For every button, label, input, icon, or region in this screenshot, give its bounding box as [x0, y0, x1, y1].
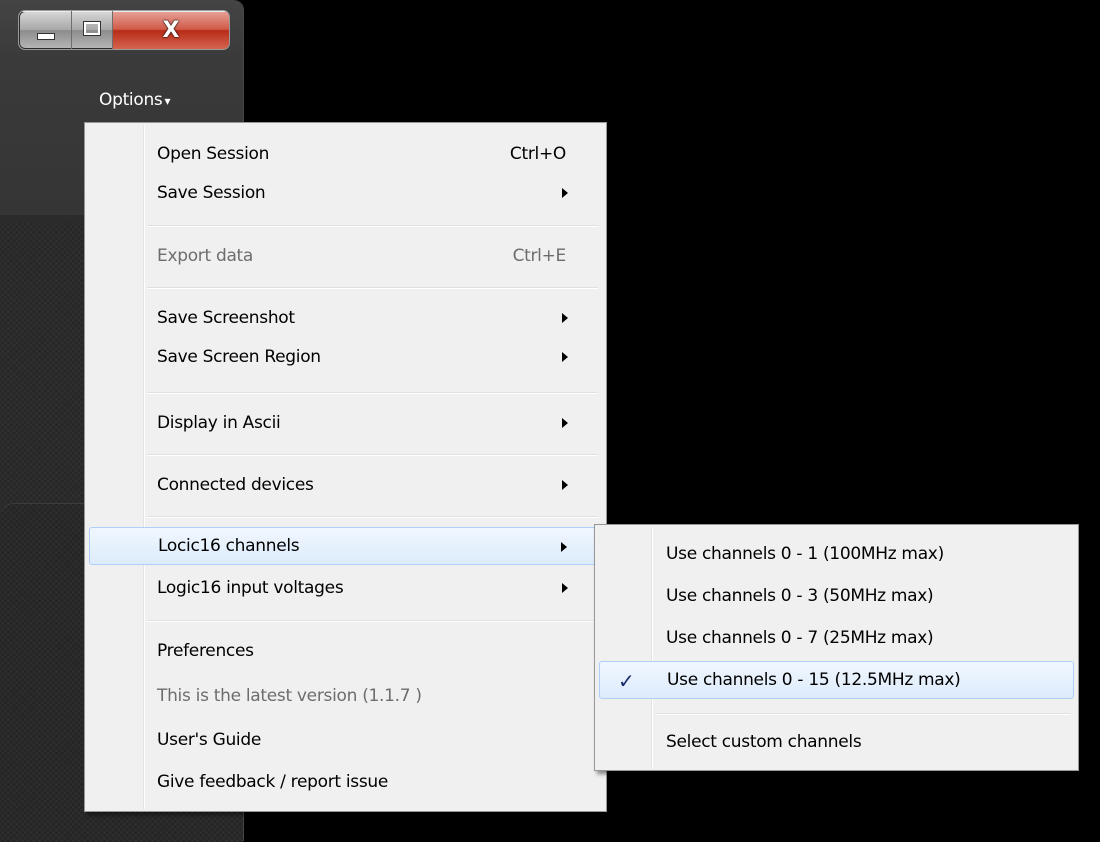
- submenu-arrow-icon: [562, 418, 568, 428]
- minimize-button[interactable]: [19, 11, 72, 49]
- menu-item-users-guide[interactable]: User's Guide: [89, 721, 602, 759]
- menu-item-shortcut: Ctrl+O: [509, 144, 566, 164]
- checkmark-icon: ✓: [618, 669, 635, 693]
- chevron-down-icon: ▾: [164, 94, 171, 108]
- menu-separator: [147, 392, 598, 394]
- submenu-arrow-icon: [562, 480, 568, 490]
- menu-item-label: Logic16 input voltages: [157, 578, 344, 598]
- menu-item-label: Preferences: [157, 641, 254, 661]
- options-menu: Open Session Ctrl+O Save Session Export …: [84, 122, 607, 812]
- menu-item-label: Give feedback / report issue: [157, 772, 389, 792]
- submenu-item-channels-0-15[interactable]: ✓ Use channels 0 - 15 (12.5MHz max): [599, 661, 1074, 699]
- submenu-arrow-icon: [561, 542, 567, 552]
- submenu-arrow-icon: [562, 188, 568, 198]
- menu-item-label: Locic16 channels: [158, 536, 300, 556]
- menu-item-shortcut: Ctrl+E: [512, 246, 567, 266]
- submenu-arrow-icon: [562, 583, 568, 593]
- submenu-item-channels-0-7[interactable]: Use channels 0 - 7 (25MHz max): [599, 619, 1074, 657]
- menu-item-label: User's Guide: [157, 730, 262, 750]
- menu-item-save-session[interactable]: Save Session: [89, 174, 602, 212]
- menu-item-label: This is the latest version (1.1.7 ): [157, 686, 422, 706]
- caption-buttons: X: [18, 10, 230, 50]
- menu-item-label: Save Screenshot: [157, 308, 295, 328]
- menu-item-preferences[interactable]: Preferences: [89, 632, 602, 670]
- menu-item-display-in-ascii[interactable]: Display in Ascii: [89, 404, 602, 442]
- menu-separator: [655, 713, 1070, 715]
- menu-item-label: Save Screen Region: [157, 347, 321, 367]
- submenu-item-custom-channels[interactable]: Select custom channels: [599, 723, 1074, 761]
- menu-separator: [147, 454, 598, 456]
- menu-item-version-info: This is the latest version (1.1.7 ): [89, 677, 602, 715]
- submenu-item-channels-0-3[interactable]: Use channels 0 - 3 (50MHz max): [599, 577, 1074, 615]
- menu-item-label: Connected devices: [157, 475, 314, 495]
- menu-item-label: Use channels 0 - 1 (100MHz max): [666, 544, 944, 564]
- options-label: Options: [99, 90, 163, 110]
- menu-separator: [147, 225, 598, 227]
- menu-item-save-screen-region[interactable]: Save Screen Region: [89, 338, 602, 376]
- menu-item-connected-devices[interactable]: Connected devices: [89, 466, 602, 504]
- menu-item-open-session[interactable]: Open Session Ctrl+O: [89, 135, 602, 173]
- menu-separator: [147, 516, 598, 518]
- menu-item-label: Use channels 0 - 7 (25MHz max): [666, 628, 934, 648]
- menu-item-label: Use channels 0 - 15 (12.5MHz max): [667, 670, 961, 690]
- menu-item-label: Save Session: [157, 183, 266, 203]
- options-menu-button[interactable]: Options ▾: [99, 90, 171, 110]
- submenu-arrow-icon: [562, 352, 568, 362]
- menu-item-save-screenshot[interactable]: Save Screenshot: [89, 299, 602, 337]
- menu-item-label: Open Session: [157, 144, 270, 164]
- close-icon: X: [162, 17, 180, 43]
- menu-item-give-feedback[interactable]: Give feedback / report issue: [89, 763, 602, 801]
- menu-item-logic16-input-voltages[interactable]: Logic16 input voltages: [89, 569, 602, 607]
- menu-item-label: Use channels 0 - 3 (50MHz max): [666, 586, 934, 606]
- close-button[interactable]: X: [113, 11, 229, 49]
- menu-item-label: Display in Ascii: [157, 413, 281, 433]
- menu-separator: [147, 287, 598, 289]
- minimize-icon: [37, 33, 55, 40]
- menu-item-export-data: Export data Ctrl+E: [89, 237, 602, 275]
- submenu-arrow-icon: [562, 313, 568, 323]
- menu-separator: [147, 620, 598, 622]
- menu-item-logic16-channels[interactable]: Locic16 channels: [89, 527, 602, 565]
- menu-item-label: Export data: [157, 246, 254, 266]
- submenu-item-channels-0-1[interactable]: Use channels 0 - 1 (100MHz max): [599, 535, 1074, 573]
- menu-item-label: Select custom channels: [666, 732, 862, 752]
- maximize-icon: [83, 21, 101, 36]
- maximize-button[interactable]: [72, 11, 113, 49]
- channels-submenu: Use channels 0 - 1 (100MHz max) Use chan…: [594, 524, 1079, 771]
